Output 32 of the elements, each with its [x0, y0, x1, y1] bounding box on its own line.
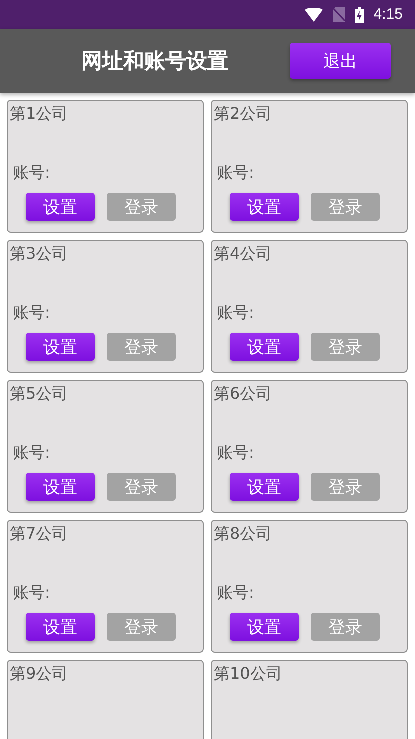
account-label: 账号:: [217, 583, 254, 604]
wifi-icon: [304, 8, 323, 22]
exit-button[interactable]: 退出: [290, 43, 391, 79]
account-label: 账号:: [13, 303, 50, 324]
company-title: 第3公司: [10, 244, 68, 265]
no-sim-icon: [332, 7, 345, 22]
company-title: 第4公司: [214, 244, 272, 265]
account-label: 账号:: [217, 163, 254, 184]
company-title: 第10公司: [214, 664, 282, 685]
setup-button[interactable]: 设置: [230, 473, 299, 501]
page-title: 网址和账号设置: [80, 48, 230, 75]
account-label: 账号:: [13, 583, 50, 604]
company-title: 第6公司: [214, 384, 272, 405]
account-label: 账号:: [13, 443, 50, 464]
battery-charging-icon: [354, 6, 364, 22]
company-title: 第1公司: [10, 104, 68, 125]
company-title: 第2公司: [214, 104, 272, 125]
company-title: 第8公司: [214, 524, 272, 545]
setup-button[interactable]: 设置: [26, 613, 95, 641]
account-label: 账号:: [217, 443, 254, 464]
account-label: 账号:: [13, 163, 50, 184]
company-title: 第7公司: [10, 524, 68, 545]
setup-button[interactable]: 设置: [230, 613, 299, 641]
setup-button[interactable]: 设置: [230, 333, 299, 361]
company-title: 第9公司: [10, 664, 68, 685]
setup-button[interactable]: 设置: [26, 333, 95, 361]
company-title: 第5公司: [10, 384, 68, 405]
setup-button[interactable]: 设置: [26, 473, 95, 501]
setup-button[interactable]: 设置: [230, 193, 299, 221]
status-time: 4:15: [374, 6, 403, 23]
account-label: 账号:: [217, 303, 254, 324]
setup-button[interactable]: 设置: [26, 193, 95, 221]
